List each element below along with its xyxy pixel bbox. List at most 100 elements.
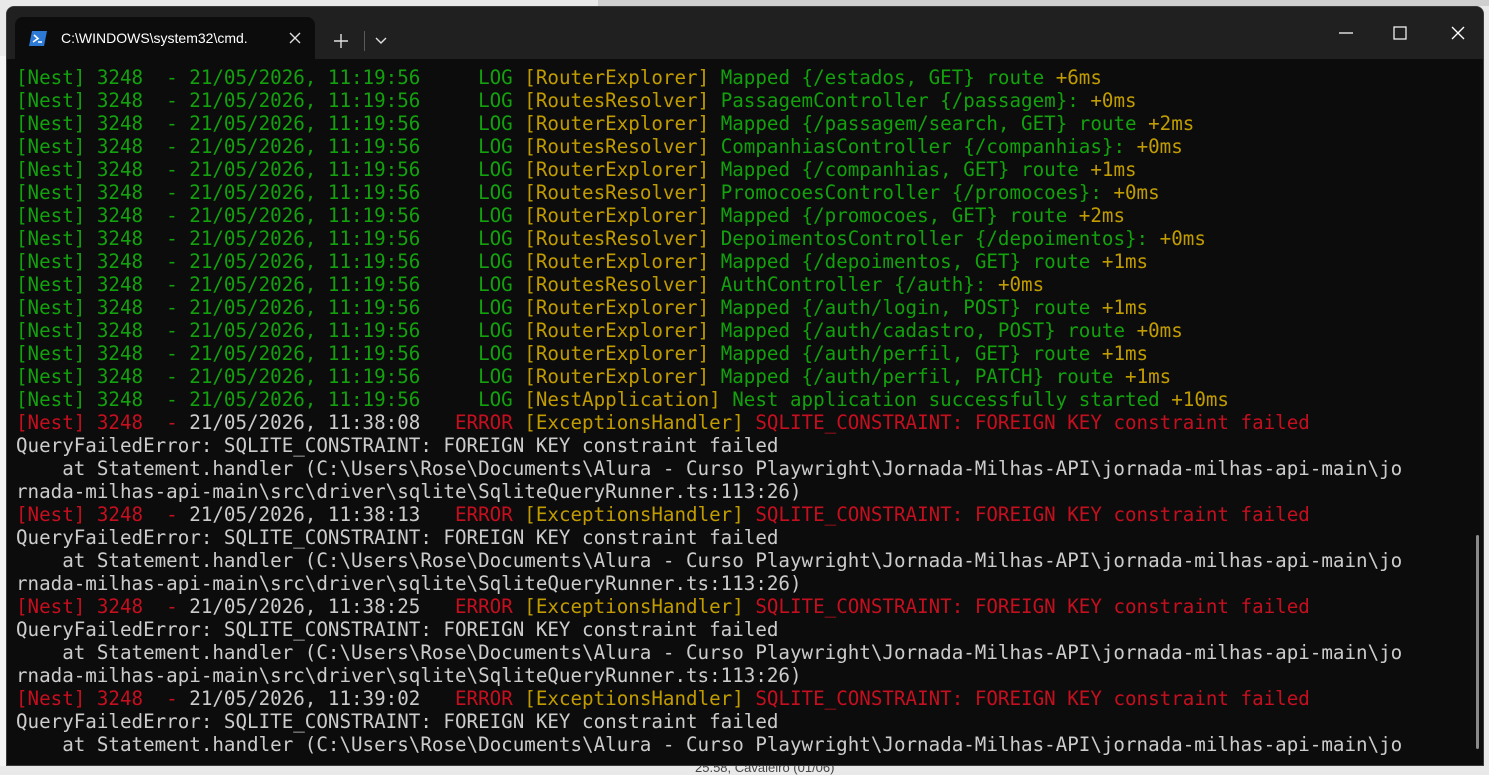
console-text-segment: [Nest] 3248 - 21/05/2026, 11:19:56 LOG: [16, 388, 525, 411]
console-text-segment: [Nest] 3248 - 21/05/2026, 11:19:56 LOG: [16, 66, 525, 89]
chevron-down-icon[interactable]: [367, 27, 395, 55]
console-text-segment: SQLITE_CONSTRAINT: FOREIGN KEY constrain…: [755, 595, 1310, 618]
tab-divider: [364, 31, 365, 51]
console-line: [Nest] 3248 - 21/05/2026, 11:19:56 LOG […: [16, 319, 1461, 342]
console-line: [Nest] 3248 - 21/05/2026, 11:19:56 LOG […: [16, 296, 1461, 319]
console-text-segment: CompanhiasController {/companhias}:: [720, 135, 1137, 158]
console-line: rnada-milhas-api-main\src\driver\sqlite\…: [16, 664, 1461, 687]
console-text-segment: [Nest] 3248 - 21/05/2026, 11:19:56 LOG: [16, 89, 525, 112]
console-text-segment: SQLITE_CONSTRAINT: FOREIGN KEY constrain…: [755, 503, 1310, 526]
console-text-segment: [ExceptionsHandler]: [524, 595, 756, 618]
console-text-segment: [RoutesResolver]: [524, 227, 721, 250]
console-text-segment: AuthController {/auth}:: [720, 273, 998, 296]
console-text-segment: +1ms: [1125, 365, 1172, 388]
close-icon[interactable]: [1435, 13, 1481, 53]
title-bar[interactable]: C:\WINDOWS\system32\cmd.: [7, 7, 1483, 59]
console-text-segment: Mapped {/promocoes, GET} route: [720, 204, 1079, 227]
console-text-segment: [Nest] 3248 - 21/05/2026, 11:19:56 LOG: [16, 365, 525, 388]
console-text-segment: Mapped {/estados, GET} route: [720, 66, 1056, 89]
console-line: [Nest] 3248 - 21/05/2026, 11:19:56 LOG […: [16, 250, 1461, 273]
console-text-segment: PromocoesController {/promocoes}:: [720, 181, 1114, 204]
console-text-segment: [RouterExplorer]: [524, 158, 721, 181]
console-text-segment: QueryFailedError: SQLITE_CONSTRAINT: FOR…: [16, 618, 779, 641]
console-text-segment: [Nest] 3248 - 21/05/2026, 11:19:56 LOG: [16, 296, 525, 319]
console-text-segment: [RoutesResolver]: [524, 89, 721, 112]
console-text-segment: [RoutesResolver]: [524, 135, 721, 158]
console-text-segment: [RoutesResolver]: [524, 273, 721, 296]
console-text-segment: [RouterExplorer]: [524, 342, 721, 365]
console-line: [Nest] 3248 - 21/05/2026, 11:19:56 LOG […: [16, 89, 1461, 112]
console-text-segment: +1ms: [1101, 250, 1149, 273]
console-text-segment: +0ms: [997, 273, 1045, 296]
console-text-segment: QueryFailedError: SQLITE_CONSTRAINT: FOR…: [16, 710, 779, 733]
console-text-segment: Mapped {/passagem/search, GET} route: [720, 112, 1149, 135]
console-text-segment: at Statement.handler (C:\Users\Rose\Docu…: [16, 549, 1403, 572]
console-text-segment: at Statement.handler (C:\Users\Rose\Docu…: [16, 733, 1403, 756]
console-text-segment: [Nest] 3248 - 21/05/2026, 11:19:56 LOG: [16, 204, 525, 227]
console-line: [Nest] 3248 - 21/05/2026, 11:19:56 LOG […: [16, 342, 1461, 365]
console-text-segment: ERROR: [454, 411, 525, 434]
console-text-segment: Nest application successfully started: [732, 388, 1172, 411]
console-text-segment: DepoimentosController {/depoimentos}:: [720, 227, 1160, 250]
console-text-segment: +0ms: [1113, 181, 1160, 204]
close-icon[interactable]: [281, 24, 309, 52]
console-text-segment: at Statement.handler (C:\Users\Rose\Docu…: [16, 641, 1403, 664]
console-text-segment: +1ms: [1090, 158, 1137, 181]
console-text-segment: [NestApplication]: [524, 388, 733, 411]
maximize-icon[interactable]: [1377, 13, 1423, 53]
console-text-segment: Mapped {/auth/cadastro, POST} route: [720, 319, 1137, 342]
console-text-segment: [RouterExplorer]: [524, 112, 721, 135]
console-line: QueryFailedError: SQLITE_CONSTRAINT: FOR…: [16, 618, 1461, 641]
console-text-segment: at Statement.handler (C:\Users\Rose\Docu…: [16, 457, 1403, 480]
terminal-tab[interactable]: C:\WINDOWS\system32\cmd.: [15, 17, 315, 59]
console-text-segment: +0ms: [1159, 227, 1206, 250]
console-text-segment: [RoutesResolver]: [524, 181, 721, 204]
console-line: [Nest] 3248 - 21/05/2026, 11:38:13 ERROR…: [16, 503, 1461, 526]
console-text-segment: [RouterExplorer]: [524, 296, 721, 319]
console-text-segment: [RouterExplorer]: [524, 66, 721, 89]
console-text-segment: 21/05/2026, 11:39:02: [189, 687, 455, 710]
console-line: [Nest] 3248 - 21/05/2026, 11:19:56 LOG […: [16, 181, 1461, 204]
console-text-segment: +0ms: [1136, 319, 1183, 342]
console-text-segment: [Nest] 3248 - 21/05/2026, 11:19:56 LOG: [16, 273, 525, 296]
console-line: rnada-milhas-api-main\src\driver\sqlite\…: [16, 480, 1461, 503]
console-text-segment: [Nest] 3248 - 21/05/2026, 11:19:56 LOG: [16, 112, 525, 135]
console-text-segment: [ExceptionsHandler]: [524, 687, 756, 710]
console-line: rnada-milhas-api-main\src\driver\sqlite\…: [16, 572, 1461, 595]
console-text-segment: SQLITE_CONSTRAINT: FOREIGN KEY constrain…: [755, 687, 1310, 710]
plus-icon[interactable]: [327, 27, 355, 55]
console-text-segment: ERROR: [454, 687, 525, 710]
console-text-segment: [Nest] 3248 - 21/05/2026, 11:19:56 LOG: [16, 181, 525, 204]
console-line: [Nest] 3248 - 21/05/2026, 11:19:56 LOG […: [16, 365, 1461, 388]
console-text-segment: Mapped {/depoimentos, GET} route: [720, 250, 1102, 273]
console-text-segment: +10ms: [1171, 388, 1229, 411]
console-text-segment: QueryFailedError: SQLITE_CONSTRAINT: FOR…: [16, 434, 779, 457]
console-line: QueryFailedError: SQLITE_CONSTRAINT: FOR…: [16, 710, 1461, 733]
console-text-segment: [RouterExplorer]: [524, 319, 721, 342]
console-line: at Statement.handler (C:\Users\Rose\Docu…: [16, 457, 1461, 480]
console-line: [Nest] 3248 - 21/05/2026, 11:19:56 LOG […: [16, 66, 1461, 89]
console-text-segment: [Nest] 3248 -: [16, 687, 190, 710]
console-text-segment: PassagemController {/passagem}:: [720, 89, 1091, 112]
console-text-segment: [RouterExplorer]: [524, 365, 721, 388]
scrollbar[interactable]: [1476, 535, 1479, 749]
console-text-segment: rnada-milhas-api-main\src\driver\sqlite\…: [16, 480, 802, 503]
console-text-segment: +1ms: [1101, 296, 1149, 319]
tab-title: C:\WINDOWS\system32\cmd.: [61, 30, 248, 46]
console-text-segment: +6ms: [1055, 66, 1102, 89]
console-output[interactable]: [Nest] 3248 - 21/05/2026, 11:19:56 LOG […: [7, 59, 1483, 765]
console-text-segment: Mapped {/companhias, GET} route: [720, 158, 1091, 181]
console-line: [Nest] 3248 - 21/05/2026, 11:19:56 LOG […: [16, 158, 1461, 181]
console-lines: [Nest] 3248 - 21/05/2026, 11:19:56 LOG […: [16, 66, 1461, 756]
console-line: QueryFailedError: SQLITE_CONSTRAINT: FOR…: [16, 526, 1461, 549]
console-line: at Statement.handler (C:\Users\Rose\Docu…: [16, 733, 1461, 756]
console-line: [Nest] 3248 - 21/05/2026, 11:19:56 LOG […: [16, 135, 1461, 158]
console-text-segment: [Nest] 3248 -: [16, 411, 190, 434]
console-text-segment: ERROR: [454, 503, 525, 526]
console-text-segment: Mapped {/auth/perfil, GET} route: [720, 342, 1102, 365]
console-text-segment: [Nest] 3248 - 21/05/2026, 11:19:56 LOG: [16, 158, 525, 181]
console-text-segment: +2ms: [1148, 112, 1195, 135]
console-text-segment: +2ms: [1078, 204, 1126, 227]
console-text-segment: Mapped {/auth/login, POST} route: [720, 296, 1102, 319]
minimize-icon[interactable]: [1323, 13, 1369, 53]
